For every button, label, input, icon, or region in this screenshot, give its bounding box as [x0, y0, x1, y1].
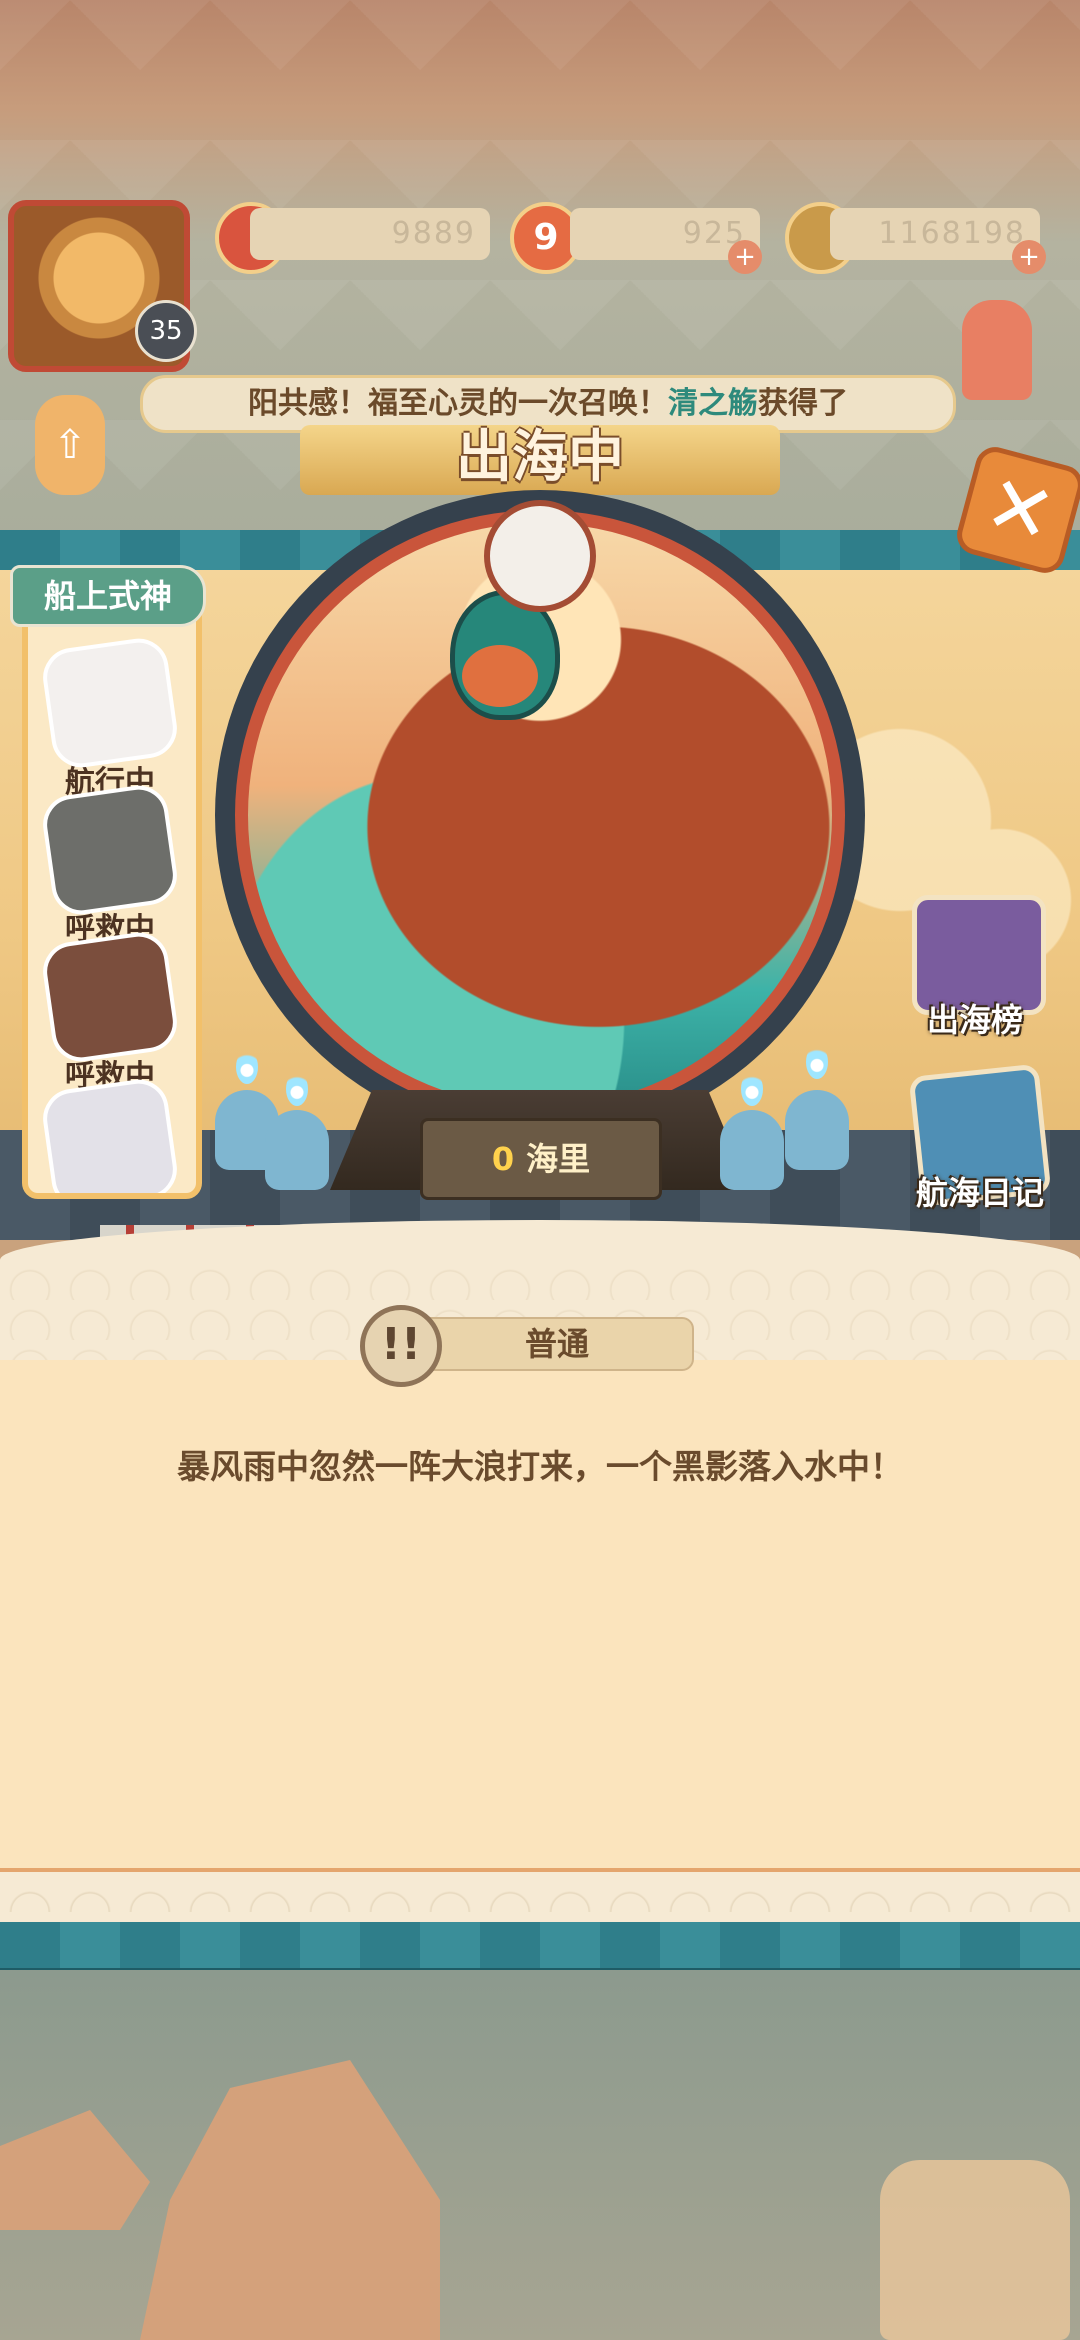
panel-wave-border-bottom	[0, 1872, 1080, 1922]
corner-character-decoration	[880, 2160, 1070, 2340]
notice-suffix: 获得了	[758, 386, 848, 421]
shikigami-slot[interactable]: 呼救中	[39, 781, 181, 948]
lantern-up-icon[interactable]: ⇧	[35, 395, 105, 495]
event-description: 暴风雨中忽然一阵大浪打来，一个黑影落入水中！	[177, 1447, 903, 1486]
add-coins-button[interactable]: +	[1012, 240, 1046, 274]
ghost-candle-icon	[785, 1090, 849, 1170]
daruma-belly	[462, 645, 538, 707]
candle-flame	[236, 1050, 258, 1084]
cloud-emblem-icon	[484, 500, 596, 612]
shikigami-portrait	[39, 781, 181, 919]
candle-flame	[741, 1072, 763, 1106]
shikigami-portrait	[39, 634, 181, 772]
shikigami-slot[interactable]: 航行中	[39, 634, 181, 801]
coin-counter[interactable]: 1168198	[830, 208, 1040, 260]
ghost-candle-icon	[265, 1110, 329, 1190]
shikigami-slot[interactable]: 呼救中	[39, 928, 181, 1095]
event-panel	[0, 1360, 1080, 1870]
event-type-badge: 普通	[420, 1317, 694, 1371]
candle-flame	[806, 1045, 828, 1079]
notice-highlight: 清之觞	[668, 386, 758, 421]
roster-title: 船上式神	[10, 565, 206, 627]
ghost-candle-icon	[720, 1110, 784, 1190]
player-level-badge: 35	[135, 300, 197, 362]
leaderboard-button-label[interactable]: 出海榜	[895, 995, 1055, 1041]
alert-icon: !!	[360, 1305, 442, 1387]
distance-unit: 海里	[526, 1140, 591, 1178]
shikigami-portrait	[39, 928, 181, 1066]
notice-prefix: 阳共感！福至心灵的一次召唤！	[248, 386, 668, 421]
candle-flame	[286, 1072, 308, 1106]
shikigami-roster: 航行中 呼救中 呼救中	[22, 572, 202, 1199]
shikigami-portrait	[39, 1075, 181, 1193]
decorative-band-bottom	[0, 1922, 1080, 1972]
shikigami-slot[interactable]	[39, 1075, 181, 1193]
jade-counter[interactable]: 9889	[250, 208, 490, 260]
distance-value: 0	[491, 1140, 515, 1178]
page-title: 出海中	[456, 425, 624, 490]
distance-plate: 0 海里	[420, 1118, 662, 1200]
fish-ornament-icon	[962, 300, 1032, 400]
add-gouyu-button[interactable]: +	[728, 240, 762, 274]
diary-button-label[interactable]: 航海日记	[895, 1168, 1065, 1214]
